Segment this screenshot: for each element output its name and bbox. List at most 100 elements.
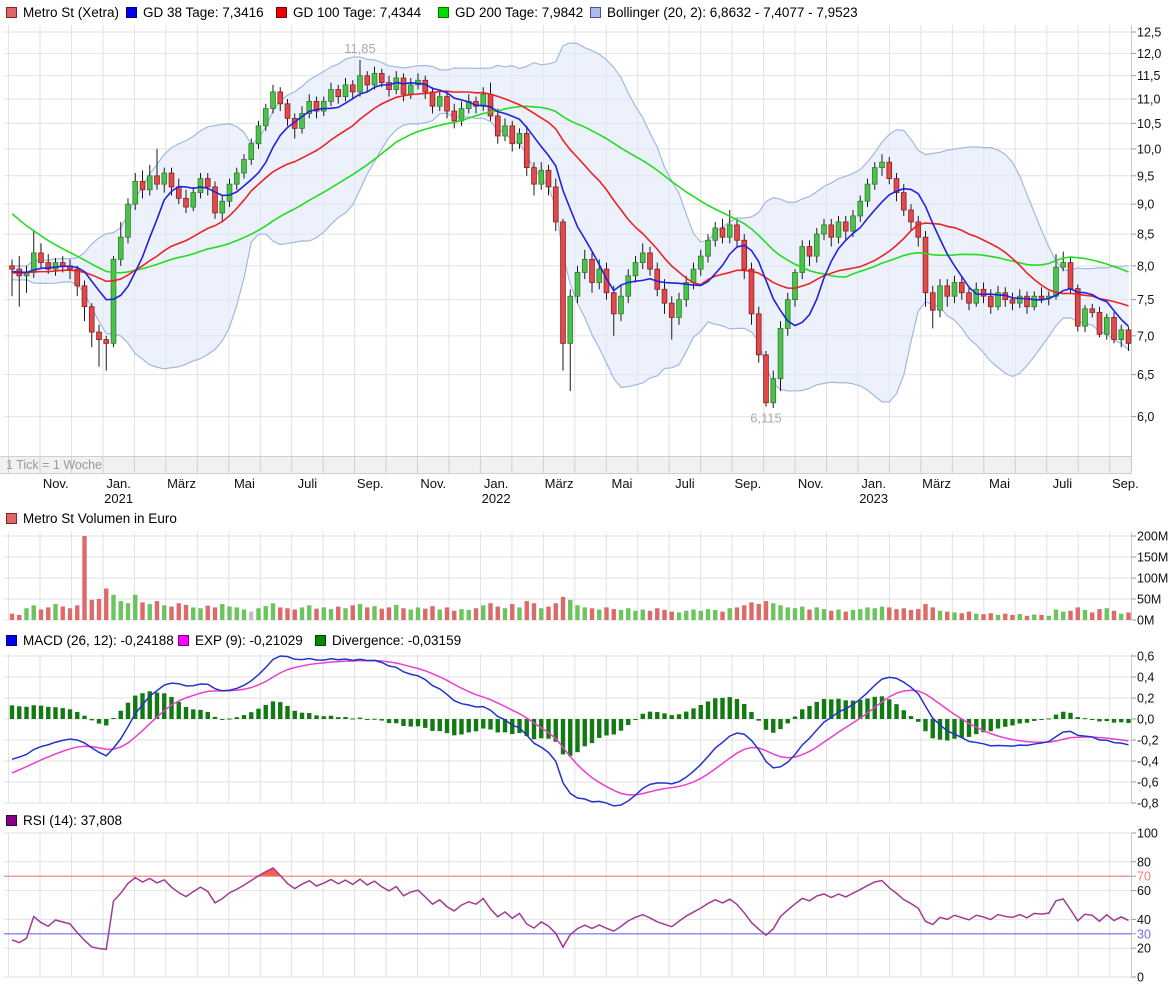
svg-text:0,6: 0,6: [1137, 650, 1154, 664]
svg-text:10,0: 10,0: [1137, 142, 1161, 156]
svg-text:-0,2: -0,2: [1137, 734, 1159, 748]
month-label: März: [922, 476, 951, 491]
svg-text:8,0: 8,0: [1137, 259, 1154, 273]
svg-text:0,0: 0,0: [1137, 713, 1154, 727]
legend-label: GD 38 Tage: 7,3416: [143, 5, 264, 20]
month-label: Jan.: [484, 476, 509, 491]
svg-text:80: 80: [1137, 855, 1151, 869]
legend-label: Metro St Volumen in Euro: [23, 511, 177, 526]
rsi-panel: [4, 833, 1132, 977]
year-label: 2022: [482, 491, 511, 506]
price-y-axis: 12,5 12,0 11,5 11,0 10,5 10,0 9,5 9,0 8,5 8,0 7,5 7…: [1132, 26, 1162, 425]
svg-text:60: 60: [1137, 884, 1151, 898]
month-label: Mai: [234, 476, 255, 491]
legend-label: EXP (9): -0,21029: [195, 633, 303, 648]
svg-text:70: 70: [1137, 870, 1151, 884]
rsi-line: [12, 868, 1129, 949]
price-legend: Metro St (Xetra) GD 38 Tage: 7,3416 GD 1…: [0, 3, 1175, 21]
month-label: März: [545, 476, 574, 491]
macd-y-axis: 0,6 0,4 0,2 0,0 -0,2 -0,4 -0,6 -0,8: [1132, 650, 1159, 811]
tick-strip: 1 Tick = 1 Woche: [0, 457, 1131, 474]
svg-text:-0,8: -0,8: [1137, 797, 1159, 811]
month-label: Juli: [1053, 476, 1073, 491]
month-label: Mai: [612, 476, 633, 491]
extreme-label: 6,115: [750, 411, 782, 426]
extreme-label: 11,85: [344, 41, 376, 56]
legend-label: MACD (26, 12): -0,24188: [23, 633, 174, 648]
svg-text:12,0: 12,0: [1137, 47, 1161, 61]
svg-text:-0,4: -0,4: [1137, 755, 1159, 769]
svg-text:100M: 100M: [1137, 572, 1168, 586]
charts-svg: 11,85 6,115 12,5 12,0 11,5 11,0 10,5 10,0 9,5 9,0…: [0, 0, 1175, 997]
svg-text:11,0: 11,0: [1137, 92, 1160, 106]
gd38-swatch-icon: [126, 7, 137, 18]
month-label: Nov.: [798, 476, 824, 491]
legend-item-volume: Metro St Volumen in Euro: [6, 509, 177, 527]
svg-text:12,5: 12,5: [1137, 26, 1161, 40]
legend-label: RSI (14): 37,808: [23, 813, 122, 828]
legend-item-rsi: RSI (14): 37,808: [6, 811, 122, 829]
legend-label: Metro St (Xetra): [23, 5, 119, 20]
month-label: Sep.: [357, 476, 384, 491]
svg-text:0,2: 0,2: [1137, 692, 1154, 706]
legend-label: GD 200 Tage: 7,9842: [455, 5, 583, 20]
svg-text:7,5: 7,5: [1137, 293, 1154, 307]
svg-text:200M: 200M: [1137, 530, 1168, 544]
svg-text:9,5: 9,5: [1137, 169, 1154, 183]
gd200-swatch-icon: [438, 7, 449, 18]
svg-text:150M: 150M: [1137, 551, 1168, 565]
gd100-swatch-icon: [276, 7, 287, 18]
tick-note: 1 Tick = 1 Woche: [6, 458, 102, 472]
legend-label: Bollinger (20, 2): 6,8632 - 7,4077 - 7,9…: [607, 5, 858, 20]
month-label: Sep.: [734, 476, 761, 491]
svg-text:8,5: 8,5: [1137, 228, 1154, 242]
svg-text:9,0: 9,0: [1137, 198, 1154, 212]
month-label: Juli: [298, 476, 318, 491]
svg-text:6,0: 6,0: [1137, 410, 1154, 424]
macd-swatch-icon: [6, 635, 17, 646]
metro-swatch-icon: [6, 7, 17, 18]
svg-text:11,5: 11,5: [1137, 69, 1160, 83]
month-label: Juli: [675, 476, 695, 491]
svg-text:0,4: 0,4: [1137, 671, 1154, 685]
year-label: 2023: [859, 491, 888, 506]
month-label: März: [167, 476, 196, 491]
year-label: 2021: [104, 491, 133, 506]
macd-legend: MACD (26, 12): -0,24188 EXP (9): -0,2102…: [0, 631, 1175, 649]
rsi-y-axis: 1008070604030200: [1132, 827, 1158, 985]
month-label: Nov.: [420, 476, 446, 491]
volume-y-axis: 200M 150M 100M 50M 0M: [1132, 530, 1169, 628]
svg-text:20: 20: [1137, 942, 1151, 956]
svg-text:40: 40: [1137, 913, 1151, 927]
svg-text:50M: 50M: [1137, 593, 1161, 607]
svg-text:0: 0: [1137, 971, 1144, 985]
legend-item-gd100: GD 100 Tage: 7,4344: [276, 3, 421, 21]
month-label: Nov.: [43, 476, 69, 491]
legend-label: GD 100 Tage: 7,4344: [293, 5, 421, 20]
chart-page: 11,85 6,115 12,5 12,0 11,5 11,0 10,5 10,0 9,5 9,0…: [0, 0, 1175, 997]
rsi-legend: RSI (14): 37,808: [0, 811, 1175, 829]
legend-item-metro: Metro St (Xetra): [6, 3, 119, 21]
svg-text:10,5: 10,5: [1137, 117, 1161, 131]
legend-item-divergence: Divergence: -0,03159: [315, 631, 461, 649]
month-label: Jan.: [106, 476, 131, 491]
svg-text:30: 30: [1137, 927, 1151, 941]
month-label: Sep.: [1112, 476, 1139, 491]
divergence-swatch-icon: [315, 635, 326, 646]
x-axis-labels: Nov.Jan.2021MärzMaiJuliSep.Nov.Jan.2022M…: [43, 476, 1139, 506]
svg-text:7,0: 7,0: [1137, 329, 1154, 343]
svg-text:0M: 0M: [1137, 614, 1154, 628]
legend-label: Divergence: -0,03159: [332, 633, 461, 648]
volume-swatch-icon: [6, 513, 17, 524]
legend-item-gd38: GD 38 Tage: 7,3416: [126, 3, 264, 21]
legend-item-gd200: GD 200 Tage: 7,9842: [438, 3, 583, 21]
rsi-swatch-icon: [6, 815, 17, 826]
svg-text:6,5: 6,5: [1137, 368, 1154, 382]
month-label: Jan.: [861, 476, 886, 491]
volume-legend: Metro St Volumen in Euro: [0, 509, 1175, 527]
svg-text:-0,6: -0,6: [1137, 776, 1159, 790]
legend-item-exp: EXP (9): -0,21029: [178, 631, 303, 649]
rsi-overbought-fill: [12, 868, 1129, 876]
legend-item-bollinger: Bollinger (20, 2): 6,8632 - 7,4077 - 7,9…: [590, 3, 858, 21]
bollinger-swatch-icon: [590, 7, 601, 18]
